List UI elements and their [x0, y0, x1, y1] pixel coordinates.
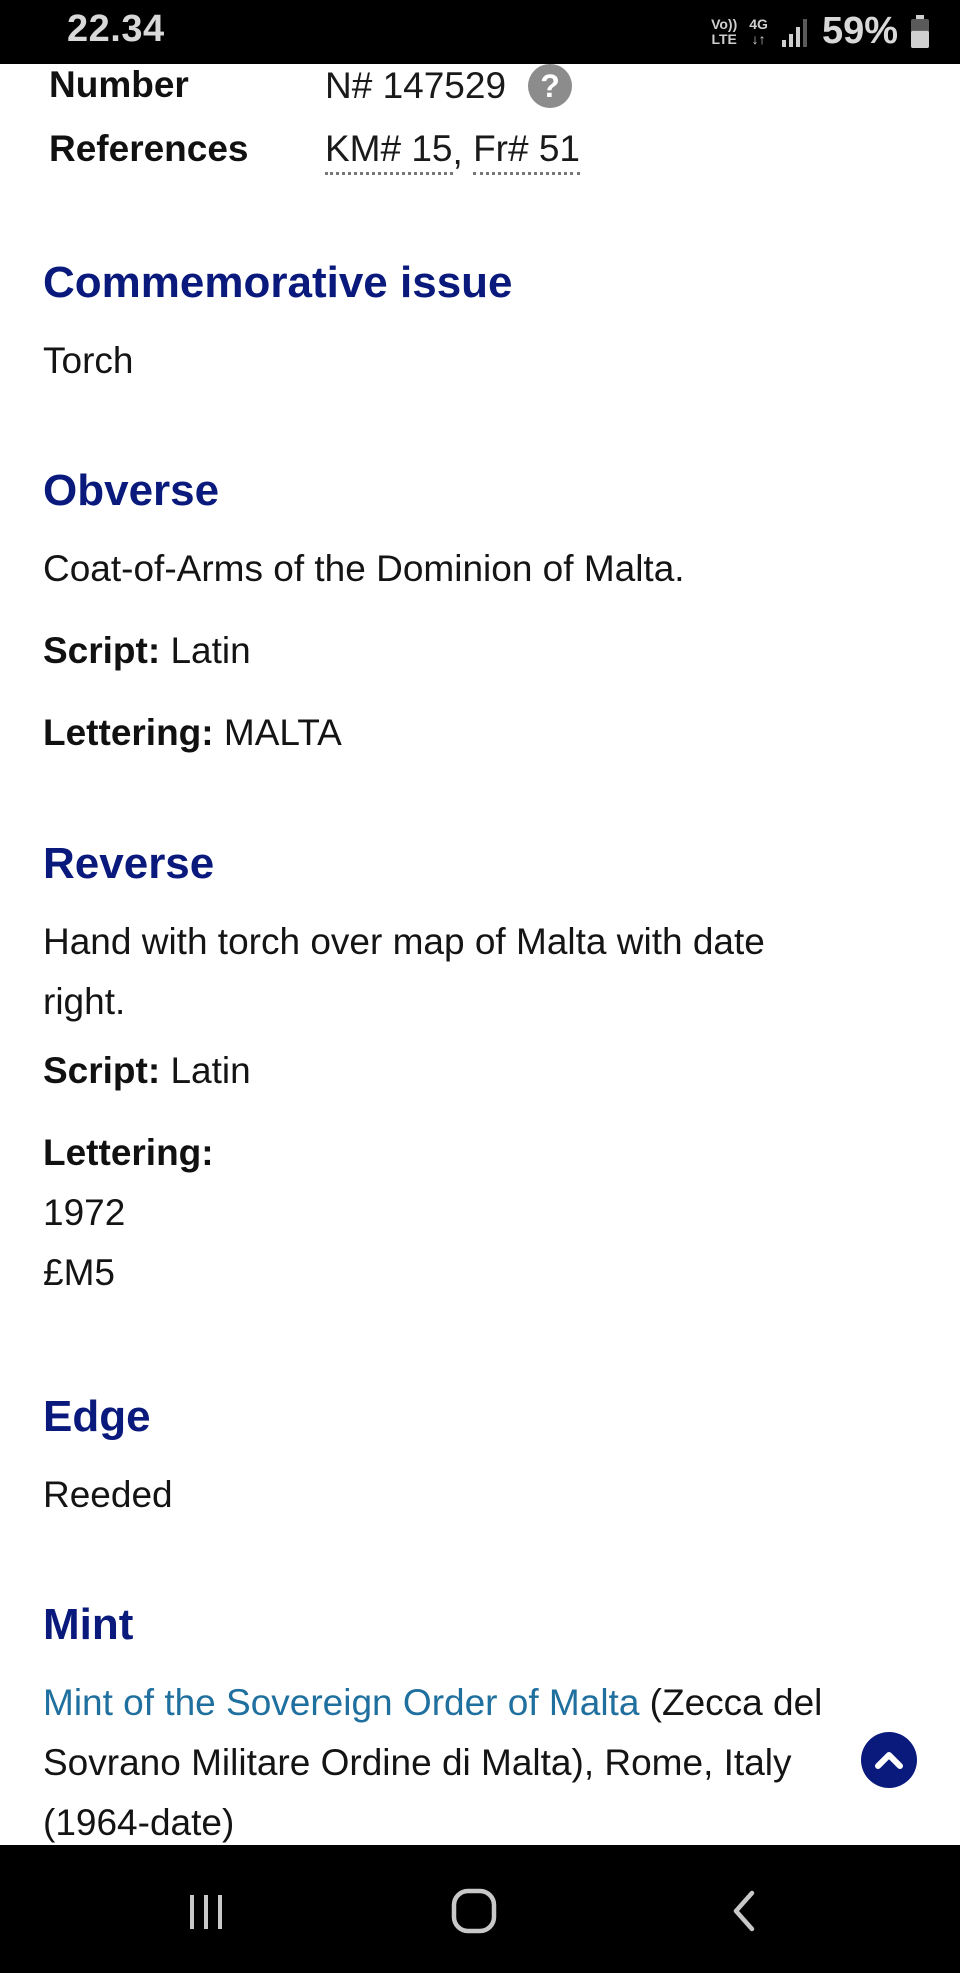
reverse-script-label: Script: — [43, 1050, 161, 1091]
reverse-description-line1: Hand with torch over map of Malta with d… — [43, 921, 765, 962]
reverse-lettering-line: £M5 — [43, 1252, 115, 1293]
commemorative-heading: Commemorative issue — [43, 258, 513, 307]
obverse-lettering-value: MALTA — [223, 712, 342, 753]
reverse-heading: Reverse — [43, 839, 215, 888]
reference-km-link[interactable]: KM# 15 — [325, 128, 453, 175]
edge-text: Reeded — [43, 1474, 173, 1515]
recents-icon — [190, 1895, 222, 1929]
signal-strength-icon — [781, 18, 807, 47]
home-button[interactable] — [446, 1883, 502, 1939]
network-type-indicator: 4G ↓↑ — [749, 15, 768, 47]
mint-link[interactable]: Mint of the Sovereign Order of Malta — [43, 1682, 639, 1723]
mint-text-line3: (1964-date) — [43, 1802, 235, 1843]
references-value: KM# 15, Fr# 51 — [325, 128, 581, 175]
mint-text-line1: (Zecca del — [639, 1682, 823, 1723]
reverse-lettering: Lettering: 1972 £M5 — [43, 1123, 893, 1303]
obverse-script-value: Latin — [170, 630, 251, 671]
system-navigation-bar — [0, 1845, 960, 1973]
back-chevron-icon — [733, 1890, 755, 1932]
obverse-script: Script: Latin — [43, 621, 893, 681]
obverse-lettering-label: Lettering: — [43, 712, 214, 753]
coin-details-content[interactable]: Number N# 147529 ? References KM# 15, Fr… — [0, 64, 960, 1845]
references-separator: , — [452, 130, 463, 172]
volte-indicator: Vo)) LTE — [711, 15, 738, 47]
reverse-description: Hand with torch over map of Malta with d… — [43, 912, 893, 1032]
scroll-to-top-button[interactable] — [861, 1732, 917, 1788]
edge-heading: Edge — [43, 1392, 151, 1441]
mint-text-line2: Sovrano Militare Ordine di Malta), Rome,… — [43, 1742, 792, 1783]
number-value: N# 147529 ? — [325, 64, 573, 108]
obverse-lettering: Lettering: MALTA — [43, 703, 893, 763]
status-indicators: Vo)) LTE 4G ↓↑ 59% — [711, 10, 930, 53]
number-label: Number — [49, 64, 189, 105]
reverse-description-line2: right. — [43, 981, 126, 1022]
status-time: 22.34 — [67, 8, 165, 50]
catalog-number: N# 147529 — [325, 65, 507, 106]
mint-text: Mint of the Sovereign Order of Malta (Ze… — [43, 1673, 893, 1845]
home-icon — [451, 1888, 497, 1934]
references-label: References — [49, 128, 249, 169]
back-button[interactable] — [716, 1883, 772, 1939]
reverse-script: Script: Latin — [43, 1041, 893, 1101]
obverse-description: Coat-of-Arms of the Dominion of Malta. — [43, 548, 685, 589]
reference-fr-link[interactable]: Fr# 51 — [473, 128, 581, 175]
reverse-lettering-line: 1972 — [43, 1192, 126, 1233]
recents-button[interactable] — [178, 1883, 234, 1939]
battery-icon — [911, 14, 929, 48]
commemorative-text: Torch — [43, 340, 134, 381]
obverse-heading: Obverse — [43, 466, 220, 515]
mint-heading: Mint — [43, 1600, 134, 1649]
battery-percent: 59% — [821, 10, 898, 52]
reverse-script-value: Latin — [170, 1050, 251, 1091]
help-icon[interactable]: ? — [528, 64, 573, 108]
chevron-up-icon — [875, 1752, 903, 1769]
obverse-script-label: Script: — [43, 630, 161, 671]
reverse-lettering-label: Lettering: — [43, 1132, 214, 1173]
status-bar: 22.34 Vo)) LTE 4G ↓↑ 59% — [0, 0, 960, 64]
